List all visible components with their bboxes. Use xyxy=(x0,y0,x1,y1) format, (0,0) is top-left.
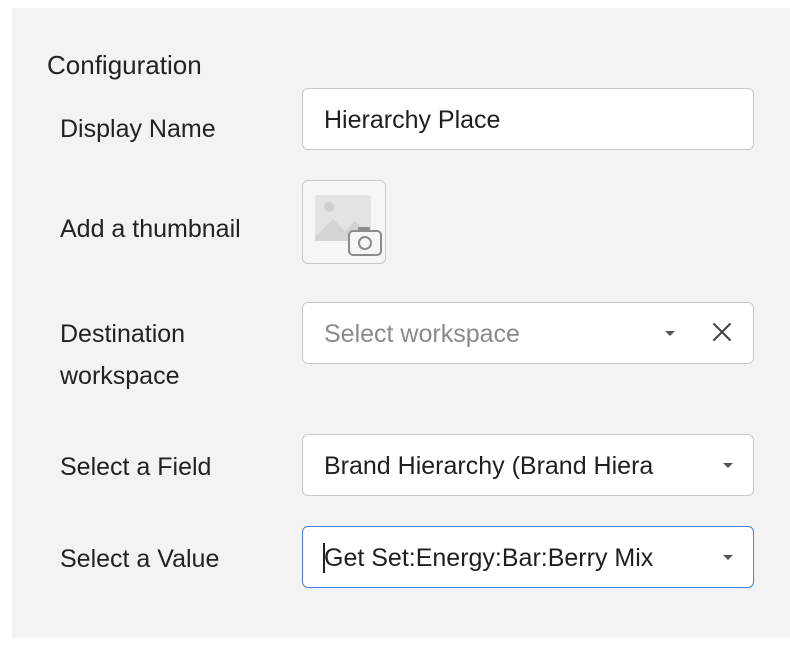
configuration-panel: Configuration Display Name Hierarchy Pla… xyxy=(12,8,790,638)
display-name-label: Display Name xyxy=(60,115,216,143)
image-camera-icon xyxy=(315,195,382,256)
chevron-down-icon[interactable] xyxy=(723,555,733,560)
section-title: Configuration xyxy=(47,50,202,80)
value-text: Get Set:Energy:Bar:Berry Mix xyxy=(324,544,654,572)
value-select[interactable]: Get Set:Energy:Bar:Berry Mix xyxy=(302,526,754,588)
field-value: Brand Hierarchy (Brand Hiera xyxy=(324,452,654,480)
destination-label-line1: Destination xyxy=(60,320,186,348)
chevron-down-icon[interactable] xyxy=(665,331,675,336)
thumbnail-label: Add a thumbnail xyxy=(60,215,241,243)
destination-workspace-select[interactable]: Select workspace xyxy=(302,302,754,364)
destination-label-line2: workspace xyxy=(60,362,180,390)
display-name-input[interactable]: Hierarchy Place xyxy=(302,88,754,150)
chevron-down-icon[interactable] xyxy=(723,463,733,468)
field-label: Select a Field xyxy=(60,453,212,481)
field-select[interactable]: Brand Hierarchy (Brand Hiera xyxy=(302,434,754,496)
close-icon[interactable] xyxy=(711,321,733,343)
add-thumbnail-button[interactable] xyxy=(302,180,386,264)
value-label: Select a Value xyxy=(60,545,220,573)
destination-placeholder: Select workspace xyxy=(324,320,520,348)
display-name-value: Hierarchy Place xyxy=(324,106,501,134)
